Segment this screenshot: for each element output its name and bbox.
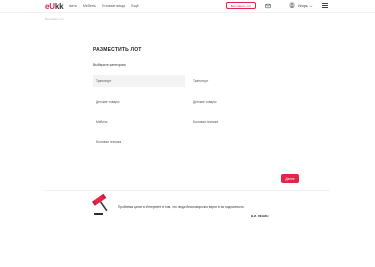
category-subtitle: Выберите категорию [93,63,126,67]
chevron-down-icon[interactable] [309,4,313,8]
category-right-kids[interactable]: Детские товары [190,96,282,108]
page-title: РАЗМЕСТИТЬ ЛОТ [93,47,142,53]
category-left-furniture[interactable]: Мебель [93,116,185,128]
avatar-head [291,3,293,5]
avatar-body [290,5,294,8]
sell-lot-button[interactable]: Выставить лот [226,2,256,9]
quote-author: В.И. ЛЕНИН [251,214,269,218]
menu-line [322,3,328,4]
breadcrumb[interactable]: Выставить лот [45,17,64,21]
gavel-icon [92,193,108,215]
footer-divider [45,190,330,191]
main-nav: Авто Мебель Готовые вещи Ещё [69,4,139,8]
category-left-transport[interactable]: Транспорт [93,75,185,87]
username[interactable]: Игорь [298,4,308,8]
messages-icon[interactable] [265,3,271,9]
logo-part3: kk [54,2,64,11]
nav-item-more[interactable]: Ещё [131,4,138,8]
quote-text: Проблема цитат в Интернете в том, что лю… [118,205,244,209]
category-right-transport[interactable]: Транспорт [190,75,282,87]
logo[interactable]: eUkk [45,2,64,11]
user-avatar[interactable] [289,2,295,8]
nav-item-furniture[interactable]: Мебель [83,4,96,8]
next-button[interactable]: Далее [281,174,299,183]
menu-icon[interactable] [322,3,328,8]
nav-item-auto[interactable]: Авто [69,4,77,8]
category-left-appliances[interactable]: Бытовая техника [93,136,185,148]
top-header: eUkk Авто Мебель Готовые вещи Ещё Выстав… [0,0,375,13]
menu-line [322,5,328,6]
category-left-kids[interactable]: Детские товары [93,96,185,108]
category-right-appliances[interactable]: Бытовая техника [190,116,282,128]
nav-item-ready-things[interactable]: Готовые вещи [102,4,126,8]
menu-line [322,7,328,8]
